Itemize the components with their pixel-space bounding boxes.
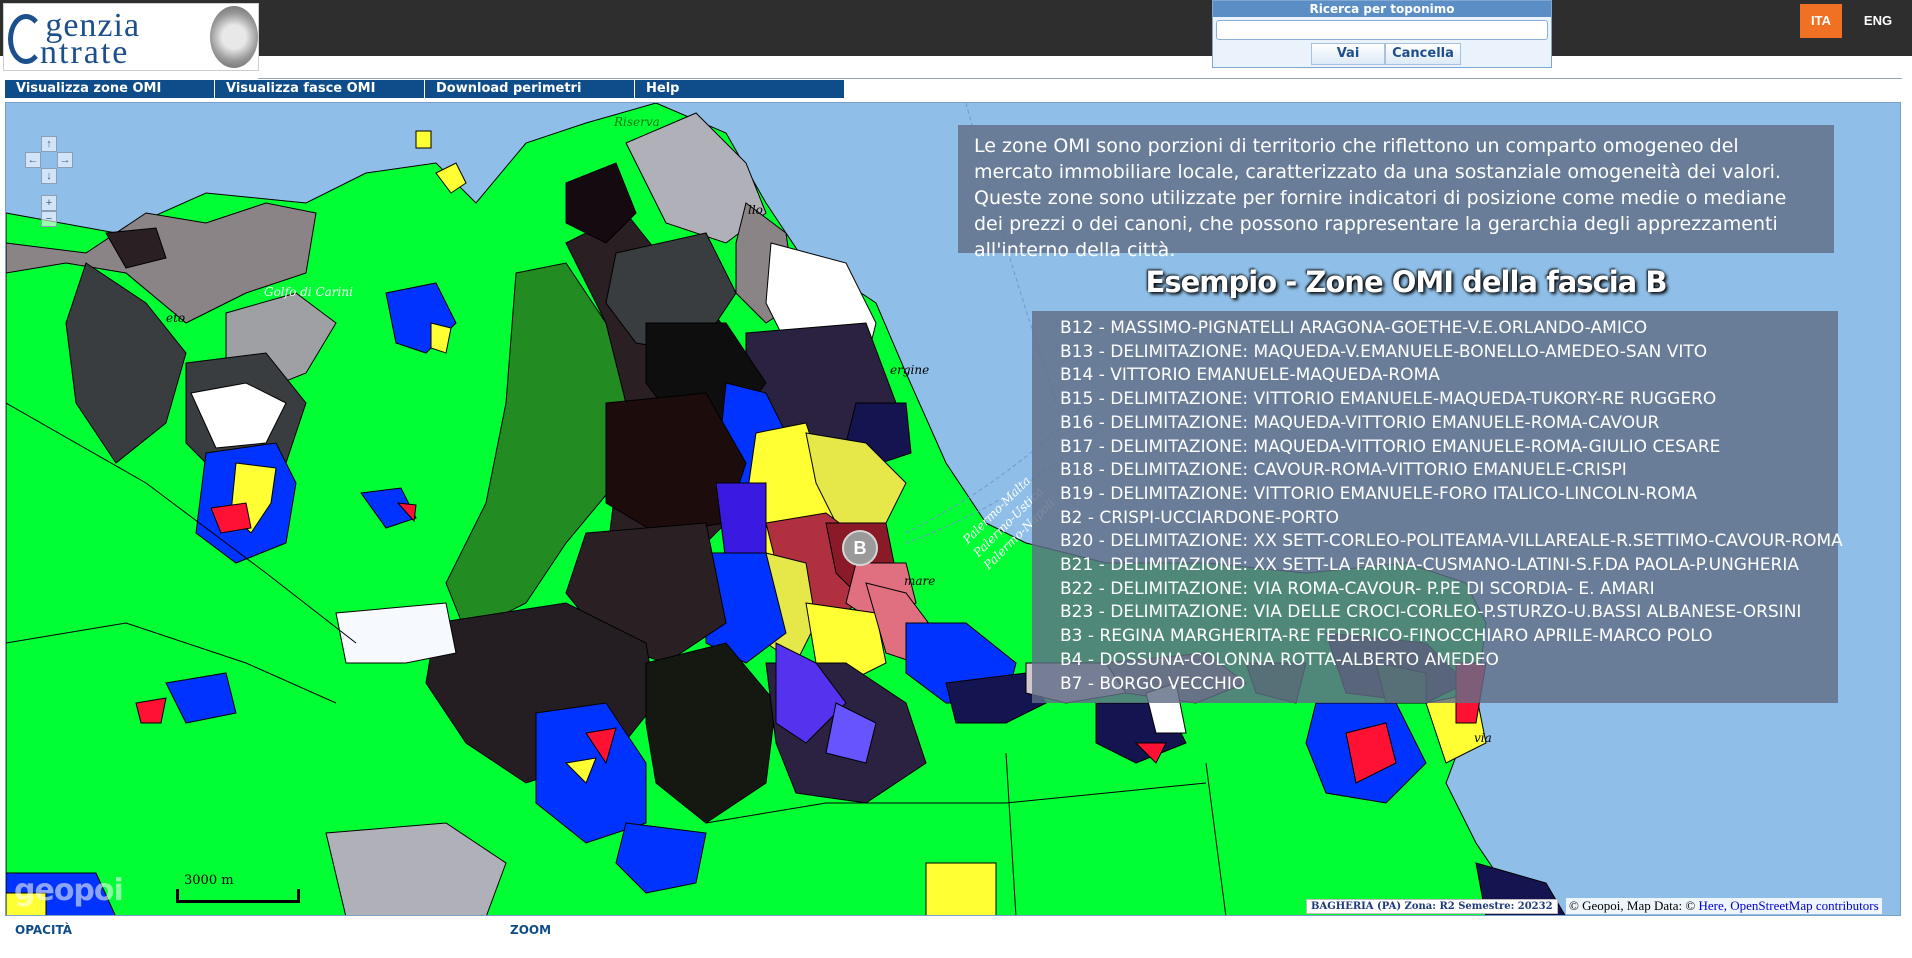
zone-item: B14 - VITTORIO EMANUELE-MAQUEDA-ROMA [1060,365,1440,386]
map-label-golfo: Golfo di Carini [264,285,353,299]
search-input[interactable] [1216,20,1548,40]
pan-left-icon[interactable]: ← [25,152,41,168]
zone-item: B21 - DELIMITAZIONE: XX SETT-LA FARINA-C… [1060,555,1799,576]
zone-item: B22 - DELIMITAZIONE: VIA ROMA-CAVOUR- P.… [1060,578,1655,599]
map-pin-label: B [842,530,878,566]
example-title: Esempio - Zone OMI della fascia B [1145,265,1668,299]
italian-republic-emblem-icon [210,6,258,68]
pan-control: ↑ ← → ↓ [25,136,73,184]
zone-item: B23 - DELIMITAZIONE: VIA DELLE CROCI-COR… [1060,602,1802,623]
menu-visualizza-zone[interactable]: Visualizza zone OMI [5,80,215,98]
map-attribution: © Geopoi, Map Data: © Here, OpenStreetMa… [1566,898,1882,914]
map-label-ergine: ergine [890,363,930,377]
map-pin-icon[interactable]: B [842,530,878,574]
agenzia-entrate-logo[interactable]: Agenzia ntrate [3,3,259,71]
zone-item: B13 - DELIMITAZIONE: MAQUEDA-V.EMANUELE-… [1060,341,1708,362]
zone-item: B20 - DELIMITAZIONE: XX SETT-CORLEO-POLI… [1060,531,1843,552]
attribution-links[interactable]: Here, OpenStreetMap contributors [1699,898,1879,913]
lang-ita-button[interactable]: ITA [1800,4,1842,38]
main-menu: Visualizza zone OMI Visualizza fasce OMI… [5,80,845,98]
pan-right-icon[interactable]: → [57,152,73,168]
zone-item: B7 - BORGO VECCHIO [1060,673,1246,694]
menu-download-perimetri[interactable]: Download perimetri [425,80,635,98]
lang-eng-button[interactable]: ENG [1856,4,1900,38]
logo-line2: ntrate [40,34,130,71]
omi-info-box: Le zone OMI sono porzioni di territorio … [958,125,1834,261]
map-canvas[interactable]: ↑ ← → ↓ + − Golfo di Carini Riserva eto … [5,102,1901,916]
zone-item: B17 - DELIMITAZIONE: MAQUEDA-VITTORIO EM… [1060,436,1721,457]
zoom-out-icon[interactable]: − [41,211,57,227]
zone-item: B4 - DOSSUNA-COLONNA ROTTA-ALBERTO AMEDE… [1060,649,1499,670]
zone-status: BAGHERIA (PA) Zona: R2 Semestre: 20232 [1306,899,1558,914]
zone-list: B12 - MASSIMO-PIGNATELLI ARAGONA-GOETHE-… [1032,311,1843,703]
map-label-llo: llo [748,203,763,217]
map-label-riserva: Riserva [614,115,660,129]
opacity-control[interactable]: OPACITÀ [15,923,72,937]
zone-item: B19 - DELIMITAZIONE: VITTORIO EMANUELE-F… [1060,483,1698,504]
zoom-in-icon[interactable]: + [41,195,57,211]
top-bar [0,0,1912,56]
geopoi-logo: geopoi [14,873,124,908]
zone-item: B3 - REGINA MARGHERITA-RE FEDERICO-FINOC… [1060,626,1713,647]
zone-item: B15 - DELIMITAZIONE: VITTORIO EMANUELE-M… [1060,389,1717,410]
search-panel: Ricerca per toponimo Vai Cancella [1212,0,1552,68]
zone-item: B16 - DELIMITAZIONE: MAQUEDA-VITTORIO EM… [1060,412,1660,433]
menu-help[interactable]: Help [635,80,845,98]
map-label-via: via [1474,731,1492,745]
pan-down-icon[interactable]: ↓ [41,168,57,184]
attribution-text: © Geopoi, Map Data: © [1569,898,1696,913]
search-panel-title: Ricerca per toponimo [1213,1,1551,17]
zone-item: B18 - DELIMITAZIONE: CAVOUR-ROMA-VITTORI… [1060,460,1627,481]
pan-up-icon[interactable]: ↑ [41,136,57,152]
map-label-mare: mare [904,574,936,588]
scale-bar [176,889,300,903]
cancel-button[interactable]: Cancella [1385,43,1461,65]
go-button[interactable]: Vai [1311,43,1385,65]
zoom-control[interactable]: ZOOM [510,923,551,937]
scale-label: 3000 m [184,873,234,888]
header-divider [258,78,1902,79]
zone-item: B12 - MASSIMO-PIGNATELLI ARAGONA-GOETHE-… [1060,318,1648,338]
menu-visualizza-fasce[interactable]: Visualizza fasce OMI [215,80,425,98]
map-label-eto: eto [166,311,186,325]
zone-item: B2 - CRISPI-UCCIARDONE-PORTO [1060,507,1339,528]
